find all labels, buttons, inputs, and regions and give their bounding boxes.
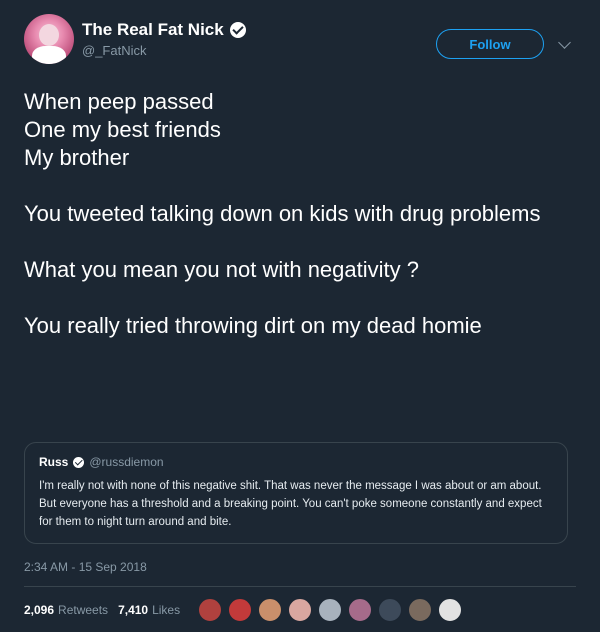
follow-button[interactable]: Follow bbox=[436, 29, 544, 59]
liker-avatars bbox=[198, 598, 468, 622]
user-handle[interactable]: @_FatNick bbox=[82, 43, 246, 58]
liker-avatar[interactable] bbox=[408, 598, 433, 622]
quoted-display-name: Russ bbox=[39, 455, 69, 469]
tweet-line: What you mean you not with negativity ? bbox=[24, 257, 419, 282]
likes-count[interactable]: 7,410 bbox=[118, 603, 148, 617]
quoted-handle: @russdiemon bbox=[89, 455, 164, 469]
quoted-tweet-text: I'm really not with none of this negativ… bbox=[39, 480, 542, 528]
tweet-paragraph: You really tried throwing dirt on my dea… bbox=[24, 312, 576, 340]
tweet-paragraph: When peep passed One my best friends My … bbox=[24, 88, 576, 172]
quoted-tweet-header: Russ @russdiemon bbox=[39, 455, 553, 469]
tweet-paragraph: You tweeted talking down on kids with dr… bbox=[24, 200, 576, 228]
display-name[interactable]: The Real Fat Nick bbox=[82, 20, 246, 40]
tweet-line: You really tried throwing dirt on my dea… bbox=[24, 313, 482, 338]
user-names: The Real Fat Nick @_FatNick bbox=[82, 20, 246, 58]
liker-avatar[interactable] bbox=[318, 598, 343, 622]
tweet-line: You tweeted talking down on kids with dr… bbox=[24, 201, 541, 226]
tweet-line: When peep passed bbox=[24, 89, 214, 114]
tweet-timestamp[interactable]: 2:34 AM - 15 Sep 2018 bbox=[24, 560, 147, 574]
liker-avatar[interactable] bbox=[348, 598, 373, 622]
tweet-line: One my best friends bbox=[24, 117, 221, 142]
liker-avatar[interactable] bbox=[438, 598, 463, 622]
tweet-line: My brother bbox=[24, 145, 130, 170]
chevron-down-icon[interactable] bbox=[558, 36, 571, 49]
retweets-label[interactable]: Retweets bbox=[58, 603, 108, 617]
tweet-header: The Real Fat Nick @_FatNick Follow bbox=[24, 14, 576, 70]
quoted-verified-badge-icon bbox=[73, 456, 85, 468]
retweets-count[interactable]: 2,096 bbox=[24, 603, 54, 617]
avatar-shirt bbox=[32, 46, 66, 64]
liker-avatar[interactable] bbox=[228, 598, 253, 622]
liker-avatar[interactable] bbox=[378, 598, 403, 622]
tweet-card: The Real Fat Nick @_FatNick Follow When … bbox=[0, 0, 600, 632]
quoted-tweet[interactable]: Russ @russdiemon I'm really not with non… bbox=[24, 442, 568, 544]
tweet-stats: 2,096 Retweets 7,410 Likes bbox=[24, 598, 468, 622]
liker-avatar[interactable] bbox=[198, 598, 223, 622]
liker-avatar[interactable] bbox=[258, 598, 283, 622]
avatar-face bbox=[39, 24, 59, 46]
likes-label[interactable]: Likes bbox=[152, 603, 180, 617]
verified-badge-icon bbox=[229, 22, 246, 38]
tweet-paragraph: What you mean you not with negativity ? bbox=[24, 256, 576, 284]
liker-avatar[interactable] bbox=[288, 598, 313, 622]
display-name-text[interactable]: The Real Fat Nick bbox=[82, 20, 224, 40]
user-avatar[interactable] bbox=[24, 14, 74, 64]
tweet-text: When peep passed One my best friends My … bbox=[24, 88, 576, 368]
divider bbox=[24, 586, 576, 587]
